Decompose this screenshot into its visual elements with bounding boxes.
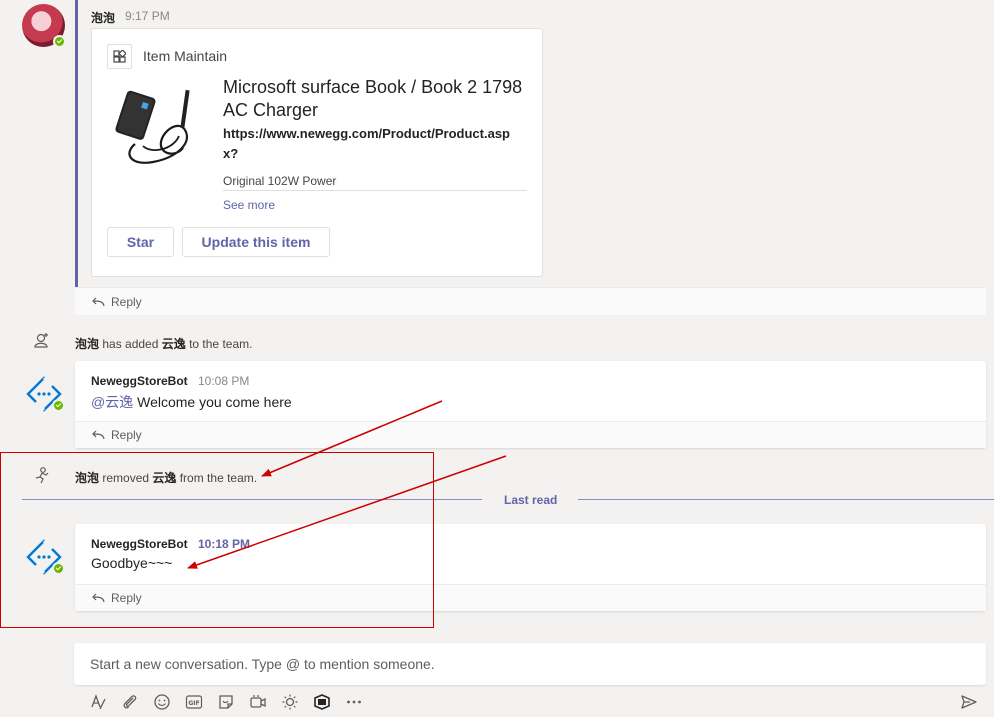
more-options-icon[interactable] (343, 691, 365, 713)
compose-box[interactable]: Start a new conversation. Type @ to ment… (74, 643, 986, 685)
praise-icon[interactable] (279, 691, 301, 713)
meet-now-icon[interactable] (247, 691, 269, 713)
emoji-icon[interactable] (151, 691, 173, 713)
compose-placeholder: Start a new conversation. Type @ to ment… (90, 656, 435, 672)
attach-icon[interactable] (119, 691, 141, 713)
stream-icon[interactable] (311, 691, 333, 713)
gif-icon[interactable]: GIF (183, 691, 205, 713)
sticker-icon[interactable] (215, 691, 237, 713)
format-icon[interactable] (87, 691, 109, 713)
send-icon[interactable] (958, 691, 980, 713)
annotation-arrows (187, 400, 507, 569)
svg-text:GIF: GIF (188, 700, 199, 707)
